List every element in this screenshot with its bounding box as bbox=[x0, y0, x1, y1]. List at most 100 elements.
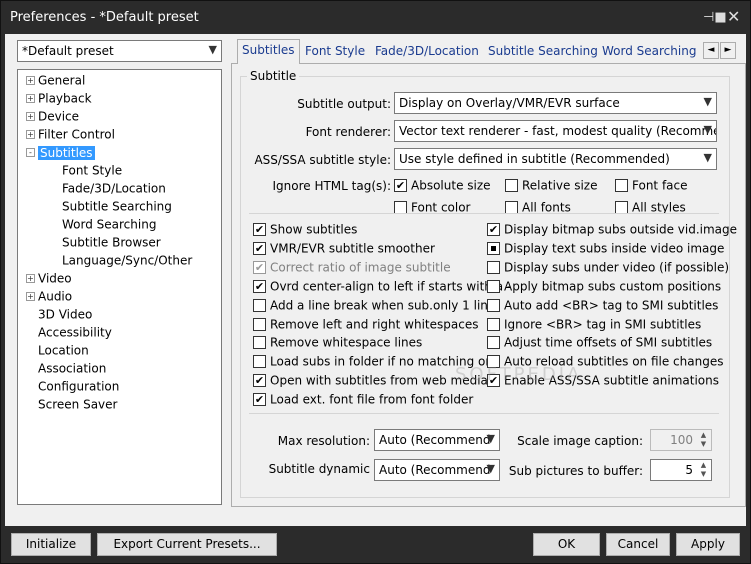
subtitle-output-select[interactable]: Display on Overlay/VMR/EVR surface ▼ bbox=[394, 92, 717, 114]
option-checkbox[interactable]: Ignore <BR> tag in SMI subtitles bbox=[487, 315, 701, 333]
checkbox-box-icon[interactable] bbox=[253, 336, 266, 350]
window-title: Preferences - *Default preset bbox=[10, 10, 199, 25]
tree-item[interactable]: Screen Saver bbox=[26, 395, 117, 413]
checkbox-box-icon[interactable]: ✔ bbox=[394, 179, 407, 192]
scale-caption-spinner[interactable]: 100 ▲ ▼ bbox=[650, 429, 712, 451]
tree-item[interactable]: Word Searching bbox=[62, 215, 156, 233]
tab[interactable]: Fade/3D/Location bbox=[371, 41, 483, 63]
ok-button[interactable]: OK bbox=[533, 533, 600, 556]
option-checkbox[interactable]: Remove whitespace lines bbox=[253, 333, 422, 351]
tree-item[interactable]: Association bbox=[26, 359, 106, 377]
export-presets-button[interactable]: Export Current Presets... bbox=[97, 533, 277, 556]
sub-buffer-spinner[interactable]: 5 ▲ ▼ bbox=[650, 459, 712, 481]
tab-scroll-right-button[interactable]: ► bbox=[720, 42, 736, 59]
tree-item[interactable]: Fade/3D/Location bbox=[62, 179, 166, 197]
checkbox-box-icon[interactable] bbox=[487, 260, 500, 274]
option-checkbox[interactable]: Display subs under video (if possible) bbox=[487, 258, 729, 276]
tree-item-label: Font Style bbox=[62, 163, 123, 178]
checkbox-box-icon[interactable]: ✔ bbox=[253, 279, 266, 293]
checkbox-box-icon[interactable] bbox=[253, 317, 266, 331]
tree-item[interactable]: Language/Sync/Other bbox=[62, 251, 192, 269]
checkbox-box-icon[interactable] bbox=[615, 179, 628, 192]
tab[interactable]: Word Searching bbox=[598, 41, 700, 63]
tree-item[interactable]: 3D Video bbox=[26, 305, 92, 323]
ass-style-select[interactable]: Use style defined in subtitle (Recommend… bbox=[394, 148, 717, 170]
tree-item[interactable]: Location bbox=[26, 341, 89, 359]
option-checkbox[interactable]: ✔ VMR/EVR subtitle smoother bbox=[253, 239, 435, 257]
preset-select[interactable]: *Default preset ▼ bbox=[17, 40, 222, 62]
font-renderer-select[interactable]: Vector text renderer - fast, modest qual… bbox=[394, 120, 717, 142]
checkbox-box-icon[interactable] bbox=[487, 241, 500, 255]
checkbox-box-icon[interactable]: ✔ bbox=[253, 241, 266, 255]
tree-item[interactable]: + Audio bbox=[26, 287, 72, 305]
checkbox-box-icon[interactable] bbox=[487, 317, 500, 331]
checkbox-box-icon[interactable]: ✔ bbox=[253, 260, 266, 274]
checkbox-box-icon[interactable]: ✔ bbox=[253, 374, 266, 388]
option-checkbox[interactable]: Apply bitmap subs custom positions bbox=[487, 277, 721, 295]
option-checkbox[interactable]: Remove left and right whitespaces bbox=[253, 315, 478, 333]
title-bar[interactable]: Preferences - *Default preset ⊣■ ✕ bbox=[1, 1, 750, 34]
tree-item[interactable]: Font Style bbox=[62, 161, 122, 179]
option-checkbox[interactable]: Relative size bbox=[505, 176, 597, 194]
tree-item[interactable]: + Playback bbox=[26, 89, 92, 107]
tree-item[interactable]: + Filter Control bbox=[26, 125, 115, 143]
tree-item[interactable]: Accessibility bbox=[26, 323, 112, 341]
max-resolution-select[interactable]: Auto (Recommend ▼ bbox=[374, 429, 500, 451]
tree-item[interactable]: Subtitle Browser bbox=[62, 233, 161, 251]
tab[interactable]: Subtitle Searching bbox=[484, 41, 602, 63]
expand-icon[interactable]: + bbox=[26, 130, 35, 139]
subtitle-output-label: Subtitle output: bbox=[297, 97, 391, 111]
tab[interactable]: Subtitles bbox=[237, 39, 300, 64]
spin-arrows-icon[interactable]: ▲ ▼ bbox=[697, 431, 710, 449]
checkbox-box-icon[interactable] bbox=[487, 298, 500, 312]
expand-icon[interactable]: + bbox=[26, 274, 35, 283]
subtitle-dynamic-select[interactable]: Auto (Recommend ▼ bbox=[374, 459, 500, 481]
checkbox-box-icon[interactable] bbox=[253, 298, 266, 312]
checkbox-box-icon[interactable]: ✔ bbox=[253, 393, 266, 407]
tree-item[interactable]: - Subtitles bbox=[26, 143, 95, 161]
tree-item[interactable]: + Device bbox=[26, 107, 79, 125]
option-checkbox[interactable]: ✔ Display bitmap subs outside vid.image bbox=[487, 220, 737, 238]
checkbox-box-icon[interactable] bbox=[487, 279, 500, 293]
option-checkbox[interactable]: ✔ Correct ratio of image subtitle bbox=[253, 258, 451, 276]
option-checkbox[interactable]: Add a line break when sub.only 1 line bbox=[253, 296, 495, 314]
apply-button[interactable]: Apply bbox=[676, 533, 740, 556]
expand-icon[interactable]: + bbox=[26, 76, 35, 85]
option-checkbox[interactable]: Font face bbox=[615, 176, 688, 194]
option-checkbox[interactable]: ✔ Open with subtitles from web media bbox=[253, 371, 488, 389]
expand-icon[interactable]: + bbox=[26, 94, 35, 103]
initialize-button[interactable]: Initialize bbox=[11, 533, 91, 556]
tree-item-label: Filter Control bbox=[38, 127, 115, 142]
expand-icon[interactable]: + bbox=[26, 292, 35, 301]
tree-item[interactable]: Configuration bbox=[26, 377, 119, 395]
option-checkbox[interactable]: Display text subs inside video image bbox=[487, 239, 724, 257]
collapse-icon[interactable]: - bbox=[26, 148, 35, 157]
tree-item-label: Video bbox=[38, 271, 72, 286]
checkbox-box-icon[interactable] bbox=[505, 179, 518, 192]
tree-item[interactable]: Subtitle Searching bbox=[62, 197, 172, 215]
option-checkbox[interactable]: Auto add <BR> tag to SMI subtitles bbox=[487, 296, 718, 314]
settings-tree[interactable]: + General + Playback + Device + Filter Control -… bbox=[17, 69, 222, 505]
tree-item[interactable]: + General bbox=[26, 71, 85, 89]
checkbox-box-icon[interactable] bbox=[487, 336, 500, 350]
option-checkbox[interactable]: ✔ Load ext. font file from font folder bbox=[253, 390, 473, 408]
ass-style-value: Use style defined in subtitle (Recommend… bbox=[399, 152, 670, 166]
cancel-button[interactable]: Cancel bbox=[606, 533, 670, 556]
checkbox-box-icon[interactable]: ✔ bbox=[487, 223, 500, 236]
option-checkbox[interactable]: ✔ Show subtitles bbox=[253, 220, 357, 238]
expand-icon[interactable]: + bbox=[26, 112, 35, 121]
checkbox-box-icon[interactable]: ✔ bbox=[253, 223, 266, 236]
option-checkbox[interactable]: Adjust time offsets of SMI subtitles bbox=[487, 333, 712, 351]
option-checkbox[interactable]: ✔ Ovrd center-align to left if starts wit… bbox=[253, 277, 511, 295]
option-checkbox[interactable]: ✔ Absolute size bbox=[394, 176, 491, 194]
tree-item[interactable]: + Video bbox=[26, 269, 72, 287]
spin-arrows-icon[interactable]: ▲ ▼ bbox=[697, 461, 710, 479]
tab[interactable]: Font Style bbox=[301, 41, 369, 63]
tab-scroll-left-button[interactable]: ◄ bbox=[703, 42, 719, 59]
close-icon[interactable]: ✕ bbox=[727, 7, 740, 26]
tree-item-label: Configuration bbox=[38, 379, 120, 394]
subtitle-output-value: Display on Overlay/VMR/EVR surface bbox=[399, 96, 620, 110]
pin-icon[interactable]: ⊣■ bbox=[703, 10, 727, 25]
tree-item-label: Subtitles bbox=[38, 145, 95, 160]
checkbox-box-icon[interactable] bbox=[253, 355, 266, 369]
